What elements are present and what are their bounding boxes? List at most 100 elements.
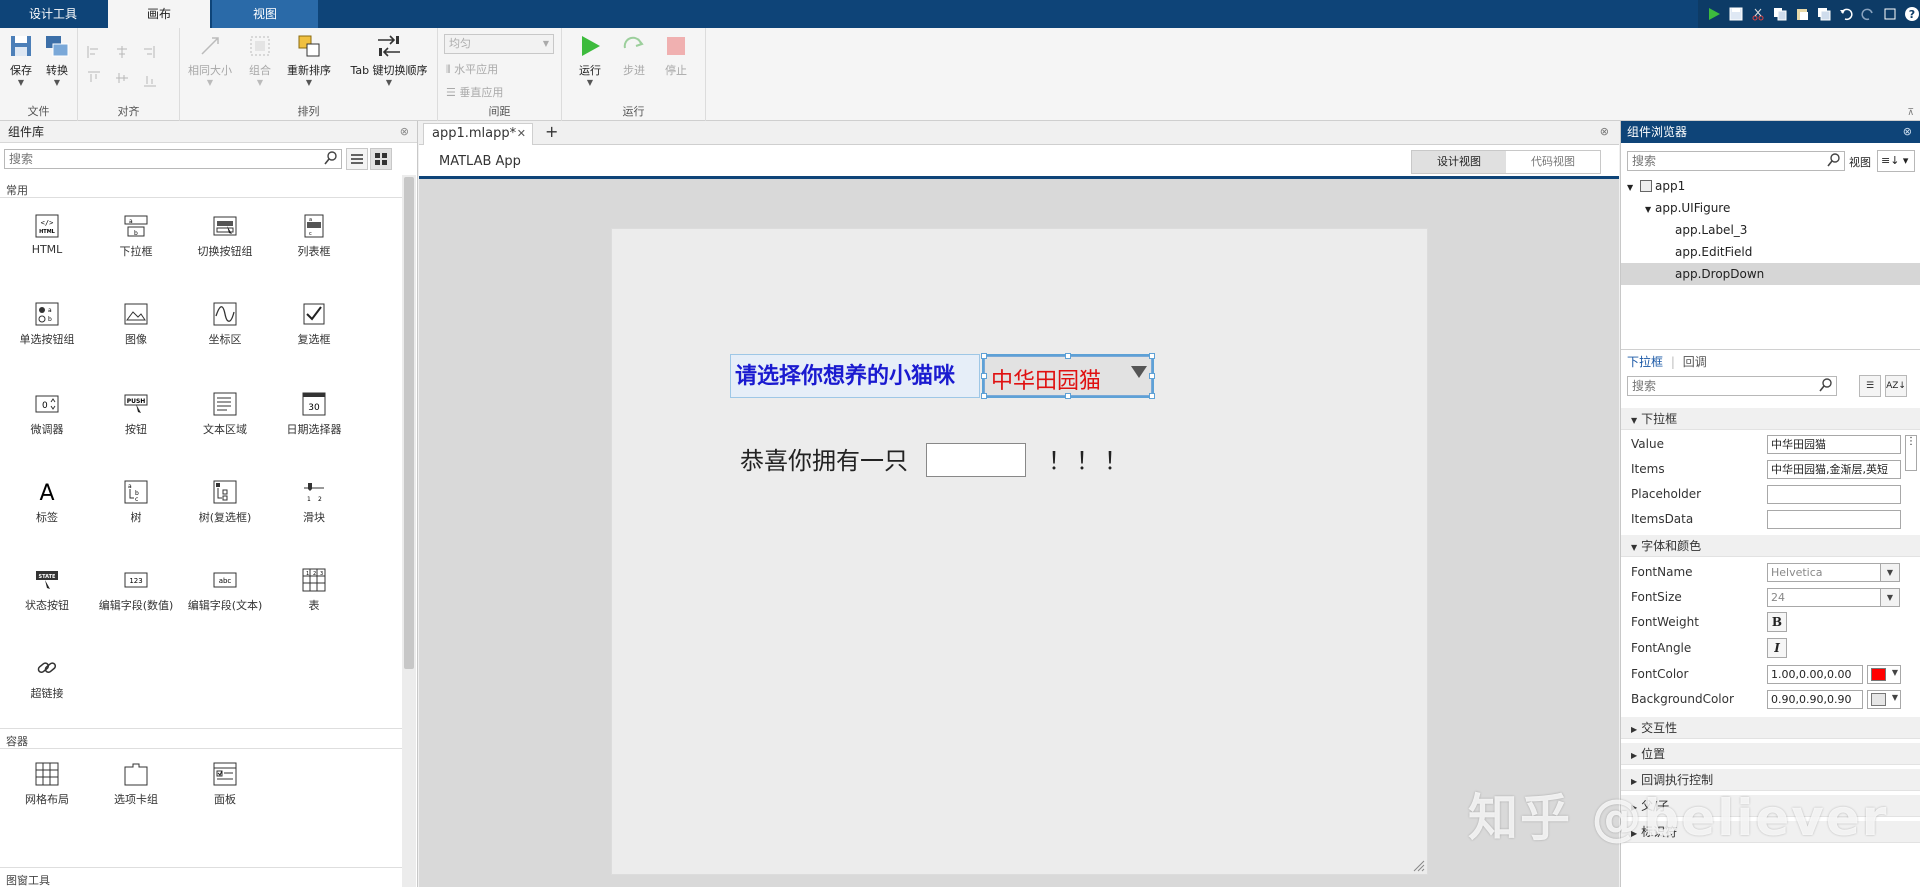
close-icon[interactable]: ⊗	[1600, 125, 1609, 138]
grid-view-button[interactable]	[370, 148, 392, 170]
cat-dropdown[interactable]: 中华田园猫	[982, 354, 1154, 398]
tab-canvas[interactable]: 画布	[108, 0, 210, 28]
component-html[interactable]: </> HTML HTML	[2, 213, 92, 256]
fontsize-select[interactable]: 24 ▼	[1767, 588, 1900, 607]
tab-callbacks[interactable]: 回调	[1683, 355, 1707, 369]
library-scrollbar[interactable]	[402, 175, 416, 887]
component-checkbox-tree[interactable]: 树(复选框)	[180, 479, 270, 525]
fontcolor-field[interactable]: 1.00,0.00,0.00	[1767, 665, 1863, 684]
result-edit-field[interactable]	[926, 443, 1026, 477]
close-icon[interactable]: ⊗	[1903, 121, 1912, 143]
view-select[interactable]: ≡↓ ▾	[1877, 150, 1915, 172]
category-font-color[interactable]: ▼ 字体和颜色	[1621, 535, 1920, 557]
inspector-search-input[interactable]	[1627, 376, 1837, 396]
component-spinner[interactable]: 0 微调器	[2, 391, 92, 437]
browser-search-input[interactable]	[1627, 151, 1845, 171]
tree-node-label[interactable]: app.Label_3	[1675, 219, 1747, 241]
category-dropdown[interactable]: ▼ 下拉框	[1621, 408, 1920, 430]
cat-prompt-label[interactable]: 请选择你想养的小猫咪	[730, 354, 980, 398]
component-button[interactable]: PUSH 按钮	[91, 391, 181, 437]
same-size-button[interactable]: 相同大小 ▼	[184, 34, 236, 87]
category-interactivity[interactable]: ▶ 交互性	[1621, 717, 1920, 739]
maximize-icon[interactable]	[1882, 4, 1898, 24]
resize-handle[interactable]	[1065, 353, 1071, 359]
tree-node-dropdown[interactable]: app.DropDown	[1675, 263, 1764, 285]
resize-handle[interactable]	[981, 393, 987, 399]
more-options-button[interactable]: ⋮	[1905, 435, 1917, 471]
tab-app1[interactable]: app1.mlapp* ✕	[423, 123, 533, 145]
component-checkbox[interactable]: 复选框	[269, 301, 359, 347]
component-grid-layout[interactable]: 网格布局	[2, 761, 92, 807]
tree-node-uifigure[interactable]: ▼ app.UIFigure	[1645, 197, 1730, 219]
component-listbox[interactable]: ac 列表框	[269, 213, 359, 259]
save-button[interactable]: 保存 ▼	[4, 34, 38, 87]
component-label[interactable]: A 标签	[2, 479, 92, 525]
component-tree[interactable]: abc 树	[91, 479, 181, 525]
component-dropdown[interactable]: ab 下拉框	[91, 213, 181, 259]
collapse-ribbon-icon[interactable]: ⊼	[1907, 108, 1914, 118]
items-field[interactable]: 中华田园猫,金渐层,英短	[1767, 460, 1901, 479]
component-text-area[interactable]: 文本区域	[180, 391, 270, 437]
placeholder-field[interactable]	[1767, 485, 1901, 504]
scrollbar-thumb[interactable]	[404, 177, 414, 669]
exclamation-label[interactable]: ！！！	[1048, 441, 1132, 476]
component-text-edit-field[interactable]: abc 编辑字段(文本)	[180, 567, 270, 613]
italic-button[interactable]: I	[1767, 638, 1787, 658]
cut-icon[interactable]	[1750, 4, 1766, 24]
tree-node-app1[interactable]: ▼ app1	[1627, 175, 1685, 197]
component-toggle-button-group[interactable]: 切换按钮组	[180, 213, 270, 259]
convert-button[interactable]: 转换 ▼	[40, 34, 74, 87]
redo-icon[interactable]	[1860, 4, 1876, 24]
bgcolor-swatch[interactable]: ▼	[1867, 690, 1901, 709]
save-icon[interactable]	[1728, 4, 1744, 24]
list-view-button[interactable]	[346, 148, 368, 170]
resize-grip-icon[interactable]	[1411, 858, 1425, 872]
help-icon[interactable]: ?	[1904, 4, 1920, 24]
group-button[interactable]: 组合 ▼	[240, 34, 280, 87]
resize-handle[interactable]	[1149, 393, 1155, 399]
component-image[interactable]: 图像	[91, 301, 181, 347]
library-search-input[interactable]	[4, 149, 342, 169]
close-icon[interactable]: ✕	[517, 124, 526, 144]
bgcolor-field[interactable]: 0.90,0.90,0.90	[1767, 690, 1863, 709]
tab-properties[interactable]: 下拉框	[1627, 355, 1663, 369]
bold-button[interactable]: B	[1767, 612, 1787, 632]
sort-alphabetical-button[interactable]: AZ↓	[1885, 375, 1907, 397]
code-view-button[interactable]: 代码视图	[1506, 151, 1600, 173]
run-icon[interactable]	[1706, 4, 1722, 24]
component-state-button[interactable]: STATE 状态按钮	[2, 567, 92, 613]
resize-handle[interactable]	[981, 373, 987, 379]
resize-handle[interactable]	[1065, 393, 1071, 399]
add-tab-button[interactable]: +	[545, 122, 558, 141]
copy-icon[interactable]	[1772, 4, 1788, 24]
itemsdata-field[interactable]	[1767, 510, 1901, 529]
component-hyperlink[interactable]: 超链接	[2, 655, 92, 701]
step-button[interactable]: 步进	[616, 34, 652, 78]
stop-button[interactable]: 停止	[658, 34, 694, 78]
vertical-apply-button[interactable]: ☰ 垂直应用	[446, 84, 503, 100]
component-axes[interactable]: 坐标区	[180, 301, 270, 347]
tab-order-button[interactable]: Tab 键切换顺序 ▼	[344, 34, 434, 87]
close-icon[interactable]: ⊗	[400, 121, 409, 143]
fontcolor-swatch[interactable]: ▼	[1867, 665, 1901, 684]
resize-handle[interactable]	[1149, 353, 1155, 359]
duplicate-icon[interactable]	[1816, 4, 1832, 24]
group-by-category-button[interactable]: ☰	[1859, 375, 1881, 397]
component-numeric-edit-field[interactable]: 123 编辑字段(数值)	[91, 567, 181, 613]
run-button[interactable]: 运行 ▼	[572, 34, 608, 87]
component-radio-button-group[interactable]: ab 单选按钮组	[2, 301, 92, 347]
fontname-select[interactable]: Helvetica ▼	[1767, 563, 1900, 582]
ui-figure-canvas[interactable]: 请选择你想养的小猫咪 中华田园猫 恭喜你拥有一只 ！！！	[611, 228, 1428, 875]
component-table[interactable]: 123 表	[269, 567, 359, 613]
component-panel[interactable]: 面板	[180, 761, 270, 807]
component-date-picker[interactable]: 30 日期选择器	[269, 391, 359, 437]
component-slider[interactable]: 12 滑块	[269, 479, 359, 525]
design-view-button[interactable]: 设计视图	[1412, 151, 1506, 173]
paste-icon[interactable]	[1794, 4, 1810, 24]
horizontal-apply-button[interactable]: ⫴ 水平应用	[446, 61, 498, 77]
undo-icon[interactable]	[1838, 4, 1854, 24]
tab-design-tools[interactable]: 设计工具	[0, 0, 106, 28]
tree-node-editfield[interactable]: app.EditField	[1675, 241, 1752, 263]
spacing-dropdown[interactable]: 均匀 ▼	[444, 34, 554, 54]
greeting-label[interactable]: 恭喜你拥有一只	[740, 441, 908, 476]
